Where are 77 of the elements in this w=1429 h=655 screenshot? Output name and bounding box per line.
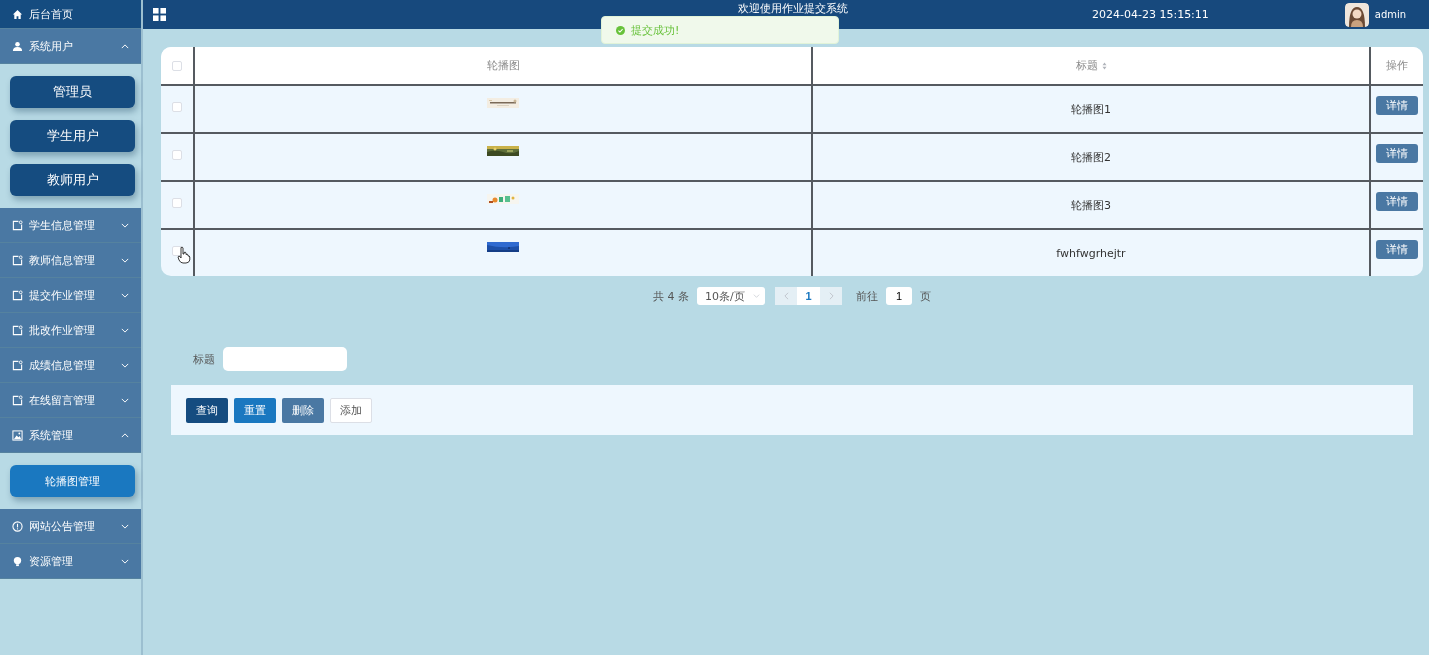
column-header: 操作 (1386, 58, 1408, 73)
system-title: 欢迎使用作业提交系统 (738, 1, 848, 16)
chevron-down-icon (121, 523, 129, 529)
nav-item[interactable]: 成绩信息管理 (0, 348, 141, 383)
note-icon (12, 254, 23, 266)
note-icon (12, 289, 23, 301)
detail-button[interactable]: 详情 (1376, 240, 1418, 259)
goto-label: 前往 (856, 288, 878, 304)
check-circle-icon (616, 25, 625, 35)
detail-button[interactable]: 详情 (1376, 144, 1418, 163)
nav-item[interactable]: 后台首页 (0, 0, 141, 29)
nav-item[interactable]: 系统用户 (0, 29, 141, 64)
grid-icon[interactable] (153, 8, 166, 21)
action-button[interactable]: 删除 (282, 397, 324, 423)
chevron-down-icon (121, 327, 129, 333)
chevron-down-icon (121, 397, 129, 403)
action-button[interactable]: 添加 (330, 397, 372, 423)
submenu-item[interactable]: 管理员 (10, 76, 135, 108)
nav-item[interactable]: 学生信息管理 (0, 208, 141, 243)
nav-item[interactable]: 资源管理 (0, 544, 141, 579)
note-icon (12, 219, 23, 231)
nav-item[interactable]: 教师信息管理 (0, 243, 141, 278)
row-checkbox[interactable] (172, 102, 182, 112)
detail-button[interactable]: 详情 (1376, 96, 1418, 115)
action-button[interactable]: 查询 (186, 397, 228, 423)
column-header: 轮播图 (486, 58, 520, 73)
chevron-right-icon (828, 292, 834, 300)
page-size-select[interactable]: 10条/页 (697, 287, 765, 305)
chevron-down-icon (753, 294, 760, 298)
title-search-field[interactable] (223, 347, 347, 371)
chevron-down-icon (121, 257, 129, 263)
note-icon (12, 394, 23, 406)
info-icon (12, 520, 23, 532)
total-count: 共 4 条 (653, 288, 689, 304)
nav-item[interactable]: 批改作业管理 (0, 313, 141, 348)
submenu-item[interactable]: 学生用户 (10, 120, 135, 152)
chevron-up-icon (121, 432, 129, 438)
bulb-icon (12, 555, 23, 567)
chevron-down-icon (121, 292, 129, 298)
nav-item[interactable]: 提交作业管理 (0, 278, 141, 313)
table-cell: fwhfwgrhejtr (1056, 246, 1126, 260)
user-name[interactable]: admin (1374, 9, 1407, 20)
submenu-item[interactable]: 教师用户 (10, 164, 135, 196)
nav-item[interactable]: 系统管理 (0, 418, 141, 453)
note-icon (12, 324, 23, 336)
select-all-checkbox[interactable] (172, 60, 182, 71)
page-suffix: 页 (920, 288, 931, 304)
detail-button[interactable]: 详情 (1376, 192, 1418, 211)
prev-page-button[interactable] (775, 287, 797, 305)
user-icon (12, 40, 23, 52)
row-checkbox[interactable] (172, 150, 182, 160)
chevron-down-icon (121, 362, 129, 368)
sort-icon[interactable] (1101, 61, 1107, 70)
column-header[interactable]: 标题 (1075, 58, 1098, 73)
avatar-icon[interactable] (1344, 2, 1369, 27)
table-cell: 轮播图1 (1071, 101, 1111, 117)
row-checkbox[interactable] (172, 198, 182, 208)
date-time: 2024-04-23 15:15:11 (1092, 8, 1209, 21)
chevron-left-icon (783, 292, 789, 300)
submenu-item[interactable]: 轮播图管理 (10, 465, 135, 497)
next-page-button[interactable] (820, 287, 842, 305)
image-icon (12, 429, 23, 441)
home-icon (12, 8, 23, 20)
chevron-up-icon (121, 43, 129, 49)
nav-item[interactable]: 在线留言管理 (0, 383, 141, 418)
page-number[interactable]: 1 (797, 287, 820, 305)
chevron-down-icon (121, 558, 129, 564)
table-cell: 轮播图2 (1071, 149, 1111, 165)
chevron-down-icon (121, 222, 129, 228)
hand-cursor-icon (177, 246, 191, 264)
action-button[interactable]: 重置 (234, 397, 276, 423)
goto-page-field[interactable]: 1 (886, 287, 912, 305)
nav-item[interactable]: 网站公告管理 (0, 509, 141, 544)
note-icon (12, 359, 23, 371)
toast-message: 提交成功! (631, 22, 680, 38)
field-label: 标题 (193, 351, 215, 367)
table-cell: 轮播图3 (1071, 197, 1111, 213)
